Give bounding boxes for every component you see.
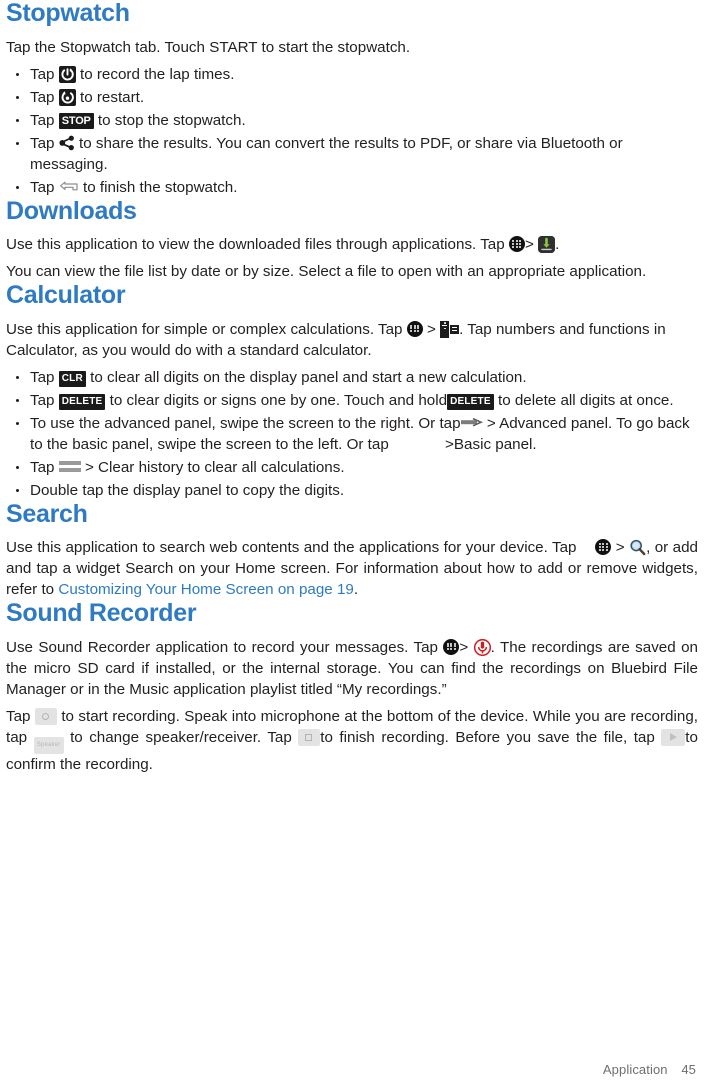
list-item: Tap CLR to clear all digits on the displ… — [6, 367, 698, 388]
downloads-app-icon — [538, 236, 556, 253]
bullet-text-pre: Tap — [30, 88, 55, 106]
calculator-bullet-list: Tap CLR to clear all digits on the displ… — [6, 367, 698, 501]
calculator-paragraph: Use this application for simple or compl… — [6, 319, 698, 361]
downloads-text-d: . — [555, 236, 560, 253]
menu-icon — [58, 460, 81, 473]
apps-grid-icon — [508, 236, 525, 252]
footer-page-number: 45 — [681, 1062, 696, 1077]
bullet-text-mid: to clear digits or signs one by one. Tou… — [109, 391, 448, 409]
section-heading-stopwatch: Stopwatch — [6, 0, 130, 27]
manual-page: Stopwatch Tap the Stopwatch tab. Touch S… — [0, 0, 710, 1091]
downloads-paragraph-2: You can view the file list by date or by… — [6, 263, 647, 280]
lap-icon — [58, 65, 76, 83]
section-heading-search: Search — [6, 499, 88, 528]
bullet-text-post: to restart. — [79, 88, 145, 106]
search-text-b: Tap — [552, 539, 577, 556]
sound-recorder-separator: > — [459, 638, 469, 656]
bullet-text-pre: Tap — [30, 178, 55, 196]
section-heading-sound-recorder: Sound Recorder — [6, 599, 197, 627]
back-icon — [59, 179, 79, 193]
footer-label: Application — [602, 1062, 668, 1077]
sound-recorder-paragraph-1: Use Sound Recorder application to record… — [6, 637, 698, 700]
play-button-icon — [661, 728, 686, 746]
list-item: Tap to share the results. You can conver… — [6, 133, 698, 175]
calculator-text-a: Use this application for simple or compl… — [6, 320, 375, 338]
microphone-icon — [473, 638, 491, 656]
downloads-separator: > — [524, 236, 534, 253]
arrow-bar-icon — [460, 414, 483, 427]
stop-chip: STOP — [58, 112, 94, 129]
sound-recorder-text-b: Tap — [413, 638, 439, 656]
calculator-separator: > — [426, 320, 436, 338]
bullet-text-post: to stop the stopwatch. — [97, 111, 246, 129]
bullet-text-pre: Tap — [30, 134, 55, 152]
clr-chip: CLR — [58, 370, 86, 387]
apps-grid-dots — [410, 324, 420, 333]
sound-recorder-paragraph-2: Tap to start recording. Speak into micro… — [6, 706, 698, 775]
bullet-text-pre: Tap — [30, 111, 55, 129]
list-item: Tap > Clear history to clear all calcula… — [6, 457, 698, 478]
bullet-text-post: to record the lap times. — [79, 65, 235, 83]
apps-grid-dots — [446, 642, 456, 651]
sound-recorder-text-g: to change speaker/receiver. Tap — [70, 728, 292, 746]
list-item: Tap DELETE to clear digits or signs one … — [6, 390, 698, 411]
bullet-text-post: >Basic panel. — [445, 435, 537, 453]
bullet-text-post: to share the results. You can convert th… — [30, 134, 623, 173]
speaker-button-icon: Speaker — [33, 736, 64, 754]
list-item: Tap to finish the stopwatch. — [6, 177, 698, 198]
section-heading-downloads: Downloads — [6, 196, 137, 225]
list-item: Tap to record the lap times. — [6, 64, 698, 85]
downloads-text-a: Use this application to view the downloa… — [6, 236, 477, 253]
bullet-text-pre: Tap — [30, 391, 55, 409]
share-icon — [59, 135, 75, 151]
section-heading-calculator: Calculator — [6, 281, 126, 309]
bullet-text-post: to finish the stopwatch. — [82, 178, 238, 196]
apps-grid-dots — [512, 240, 522, 248]
search-paragraph: Use this application to search web conte… — [6, 537, 698, 600]
restart-icon — [58, 88, 76, 106]
sound-recorder-text-h: to finish recording. Before you save the… — [320, 728, 655, 746]
apps-grid-icon — [595, 539, 612, 555]
delete-chip-2: DELETE — [447, 393, 494, 410]
apps-grid-icon — [443, 638, 460, 655]
downloads-text-b: Tap — [480, 236, 505, 253]
downloads-paragraph: Use this application to view the downloa… — [6, 234, 698, 255]
bullet-text-pre: To use the advanced panel, swipe the scr… — [30, 414, 461, 432]
bullet-text-pre: Tap — [30, 458, 55, 476]
bullet-text-post: > Clear history to clear all calculation… — [84, 458, 345, 476]
page-footer: Application 45 — [603, 1062, 696, 1077]
list-item: To use the advanced panel, swipe the scr… — [6, 413, 698, 455]
bullet-text-pre: Double tap the display panel to copy the… — [30, 481, 345, 499]
list-item: Tap STOP to stop the stopwatch. — [6, 110, 698, 131]
search-text-a: Use this application to search web conte… — [6, 539, 548, 556]
sound-recorder-text-a: Use Sound Recorder application to record… — [6, 638, 409, 656]
calculator-text-b: Tap — [378, 320, 403, 338]
stopwatch-intro-text: Tap the Stopwatch tab. Touch START to st… — [6, 38, 411, 56]
list-item: Double tap the display panel to copy the… — [6, 480, 698, 501]
bullet-text-post: to delete all digits at once. — [497, 391, 674, 409]
calculator-app-icon — [440, 320, 460, 338]
delete-chip: DELETE — [58, 393, 106, 410]
stop-button-icon — [298, 728, 321, 746]
bullet-text-pre: Tap — [30, 65, 55, 83]
cross-reference-link[interactable]: Customizing Your Home Screen on page 19 — [58, 581, 354, 598]
apps-grid-dots — [598, 543, 608, 551]
record-button-icon — [34, 707, 57, 725]
apps-grid-icon — [406, 320, 423, 337]
stopwatch-bullet-list: Tap to record the lap times. Tap to rest — [6, 64, 698, 198]
sound-recorder-text-e: Tap — [6, 707, 31, 725]
search-icon — [629, 539, 646, 556]
search-separator: > — [615, 539, 625, 556]
bullet-text-post: to clear all digits on the display panel… — [90, 368, 527, 386]
list-item: Tap to restart. — [6, 87, 698, 108]
bullet-text-pre: Tap — [30, 368, 55, 386]
search-text-e: . — [353, 581, 359, 598]
